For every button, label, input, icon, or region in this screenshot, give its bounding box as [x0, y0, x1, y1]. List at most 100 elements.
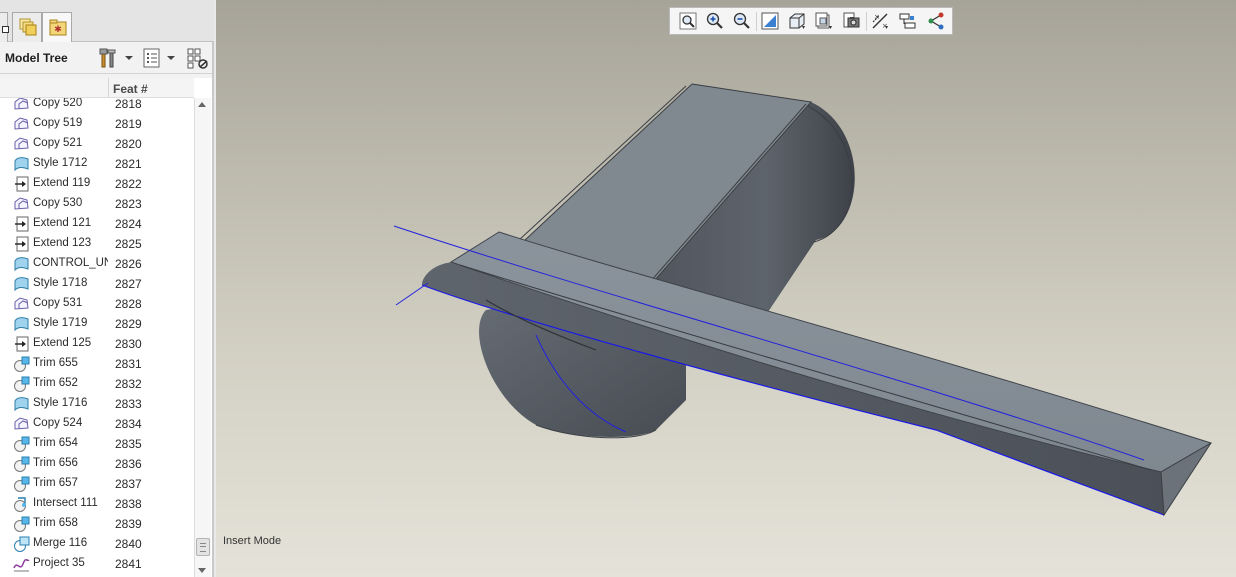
tree-row-name: Copy 530: [33, 197, 83, 209]
refit-icon: [679, 12, 697, 30]
tree-row-name: Style 1712: [33, 157, 88, 169]
navigator-tab-strip: ✱: [0, 0, 214, 42]
tree-row-name: Trim 656: [33, 457, 78, 469]
tree-row[interactable]: Style 1718 2827: [0, 274, 194, 294]
model-tree: Feat # Copy 520 2818 Copy 519 2819 Copy 521 2…: [0, 78, 212, 577]
spin-center-button[interactable]: [896, 10, 920, 32]
datum-display-button[interactable]: × ×: [868, 10, 892, 32]
tree-row-feat-number: 2836: [115, 457, 142, 471]
tree-row[interactable]: Extend 125 2830: [0, 334, 194, 354]
style-icon: [14, 257, 29, 272]
tree-row-feat-number: 2828: [115, 297, 142, 311]
extend-icon: [15, 176, 29, 192]
tree-row[interactable]: Merge 116 2840: [0, 534, 194, 554]
tree-row-name: Style 1719: [33, 317, 88, 329]
copy-icon: [14, 197, 29, 210]
scroll-down-arrow-icon[interactable]: [198, 568, 206, 573]
tree-row-feat-number: 2832: [115, 377, 142, 391]
tree-row-feat-number: 2833: [115, 397, 142, 411]
tree-row[interactable]: Copy 520 2818: [0, 98, 194, 114]
tree-row[interactable]: Copy 524 2834: [0, 414, 194, 434]
annotation-display-icon: [928, 12, 944, 30]
tree-row-feat-number: 2840: [115, 537, 142, 551]
tree-row[interactable]: Trim 655 2831: [0, 354, 194, 374]
column-header-feat-number[interactable]: Feat #: [113, 82, 148, 96]
mode-status-text: Insert Mode: [223, 535, 282, 547]
tree-row[interactable]: Style 1719 2829: [0, 314, 194, 334]
tree-row[interactable]: Extend 121 2824: [0, 214, 194, 234]
tree-row-name: Extend 121: [33, 217, 92, 229]
repaint-icon: [761, 12, 779, 30]
model-tree-scrollbar[interactable]: [194, 98, 211, 577]
tree-row[interactable]: Extend 119 2822: [0, 174, 194, 194]
tree-row-name: Copy 519: [33, 117, 83, 129]
tree-row[interactable]: Trim 656 2836: [0, 454, 194, 474]
tab-favorites[interactable]: ✱: [42, 12, 72, 42]
show-dropdown-caret[interactable]: [167, 56, 175, 60]
copy-icon: [14, 98, 29, 110]
view-toolbar: × ×: [669, 7, 953, 35]
tree-row-feat-number: 2827: [115, 277, 142, 291]
settings-dropdown-caret[interactable]: [125, 56, 133, 60]
copy-icon: [14, 117, 29, 130]
graphics-window[interactable]: × × Insert Mode: [216, 0, 1236, 577]
zoom-in-button[interactable]: [703, 10, 727, 32]
trim-icon: [14, 436, 30, 452]
tree-row[interactable]: Copy 530 2823: [0, 194, 194, 214]
tree-row-name: Style 1718: [33, 277, 88, 289]
tree-columns-icon[interactable]: [186, 47, 210, 71]
tab-folder-browser[interactable]: [12, 12, 42, 42]
tree-row-name: Merge 116: [33, 537, 88, 549]
3d-model[interactable]: [216, 0, 1236, 577]
folder-browser-icon: [19, 18, 37, 36]
saved-orientations-button[interactable]: [785, 10, 809, 32]
repaint-button[interactable]: [758, 10, 782, 32]
tree-row[interactable]: CONTROL_UNDER 2826: [0, 254, 194, 274]
tree-row[interactable]: Copy 521 2820: [0, 134, 194, 154]
tree-row-feat-number: 2821: [115, 157, 142, 171]
tab-layers[interactable]: [0, 12, 9, 42]
scrollbar-thumb[interactable]: [196, 538, 210, 556]
tree-row-name: Copy 531: [33, 297, 83, 309]
zoom-out-button[interactable]: [730, 10, 754, 32]
tree-row-feat-number: 2841: [115, 557, 142, 571]
tree-row-name: Copy 520: [33, 98, 83, 109]
settings-tools-icon[interactable]: [99, 47, 121, 69]
tree-row[interactable]: Copy 531 2828: [0, 294, 194, 314]
tree-row[interactable]: Style 1716 2833: [0, 394, 194, 414]
tree-row[interactable]: Intersect 111 2838: [0, 494, 194, 514]
display-style-button[interactable]: [839, 10, 863, 32]
tree-row-name: Trim 654: [33, 437, 78, 449]
style-icon: [14, 157, 29, 172]
tree-row-name: Project 35: [33, 557, 85, 569]
tree-row[interactable]: Style 1712 2821: [0, 154, 194, 174]
datum-curve-segment[interactable]: [395, 282, 429, 306]
tree-row-name: Extend 123: [33, 237, 92, 249]
show-list-icon[interactable]: [142, 47, 162, 69]
tree-row[interactable]: Project 35 2841: [0, 554, 194, 574]
tree-row-name: Trim 658: [33, 517, 78, 529]
tree-row-name: CONTROL_UNDER: [33, 257, 108, 269]
svg-text:×: ×: [874, 13, 880, 21]
copy-icon: [14, 417, 29, 430]
tree-row[interactable]: Trim 658 2839: [0, 514, 194, 534]
tree-row-feat-number: 2835: [115, 437, 142, 451]
project-icon: [13, 558, 30, 572]
tree-row-name: Intersect 111: [33, 497, 98, 509]
tree-row[interactable]: Trim 652 2832: [0, 374, 194, 394]
scroll-up-arrow-icon[interactable]: [198, 102, 206, 107]
tree-row-feat-number: 2830: [115, 337, 142, 351]
tree-row[interactable]: Trim 657 2837: [0, 474, 194, 494]
named-views-button[interactable]: [812, 10, 836, 32]
annotation-display-button[interactable]: [924, 10, 948, 32]
datum-display-icon: × ×: [872, 13, 888, 30]
tree-row[interactable]: Trim 654 2835: [0, 434, 194, 454]
tree-row-feat-number: 2838: [115, 497, 142, 511]
model-tree-header: Feat #: [0, 78, 194, 98]
tree-row-name: Extend 125: [33, 337, 92, 349]
tree-row-name: Trim 657: [33, 477, 78, 489]
tree-row[interactable]: Copy 519 2819: [0, 114, 194, 134]
tree-row[interactable]: Extend 123 2825: [0, 234, 194, 254]
refit-button[interactable]: [676, 10, 700, 32]
column-separator[interactable]: [108, 78, 109, 98]
